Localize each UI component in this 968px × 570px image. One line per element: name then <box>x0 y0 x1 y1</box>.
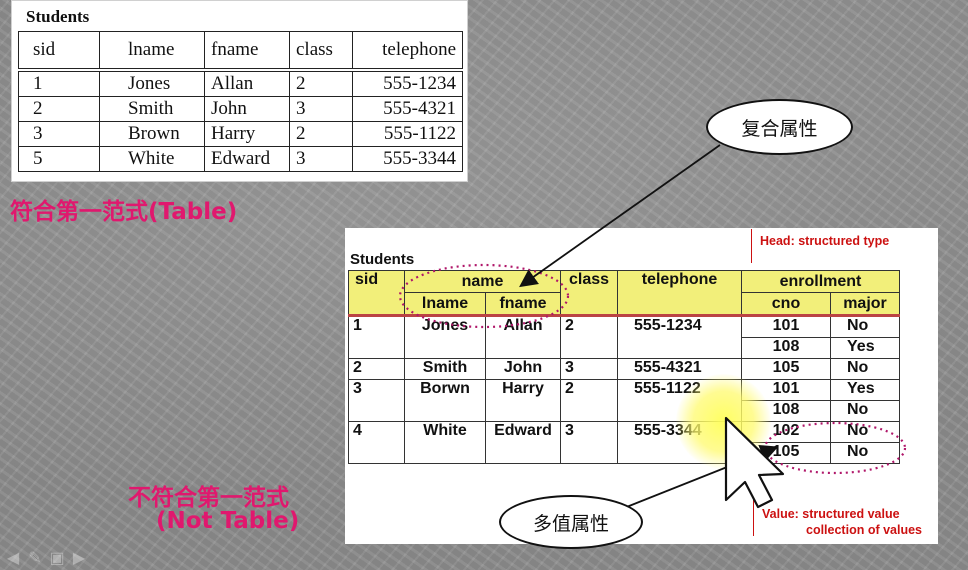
composite-attribute-bubble: 复合属性 <box>706 99 853 155</box>
annotation-overlay <box>398 144 907 509</box>
composite-arrow <box>519 144 721 288</box>
next-slide-icon[interactable]: ▶ <box>68 548 90 568</box>
mouse-pointer-icon <box>724 416 785 509</box>
slideshow-toolbar[interactable]: ◀ ✎ ▣ ▶ <box>2 548 90 568</box>
multivalued-attribute-bubble: 多值属性 <box>499 495 643 549</box>
menu-icon[interactable]: ▣ <box>46 548 68 568</box>
multivalued-attribute-ellipse <box>763 421 907 475</box>
pen-icon[interactable]: ✎ <box>24 548 46 568</box>
previous-slide-icon[interactable]: ◀ <box>2 548 24 568</box>
composite-attribute-ellipse <box>398 263 570 329</box>
